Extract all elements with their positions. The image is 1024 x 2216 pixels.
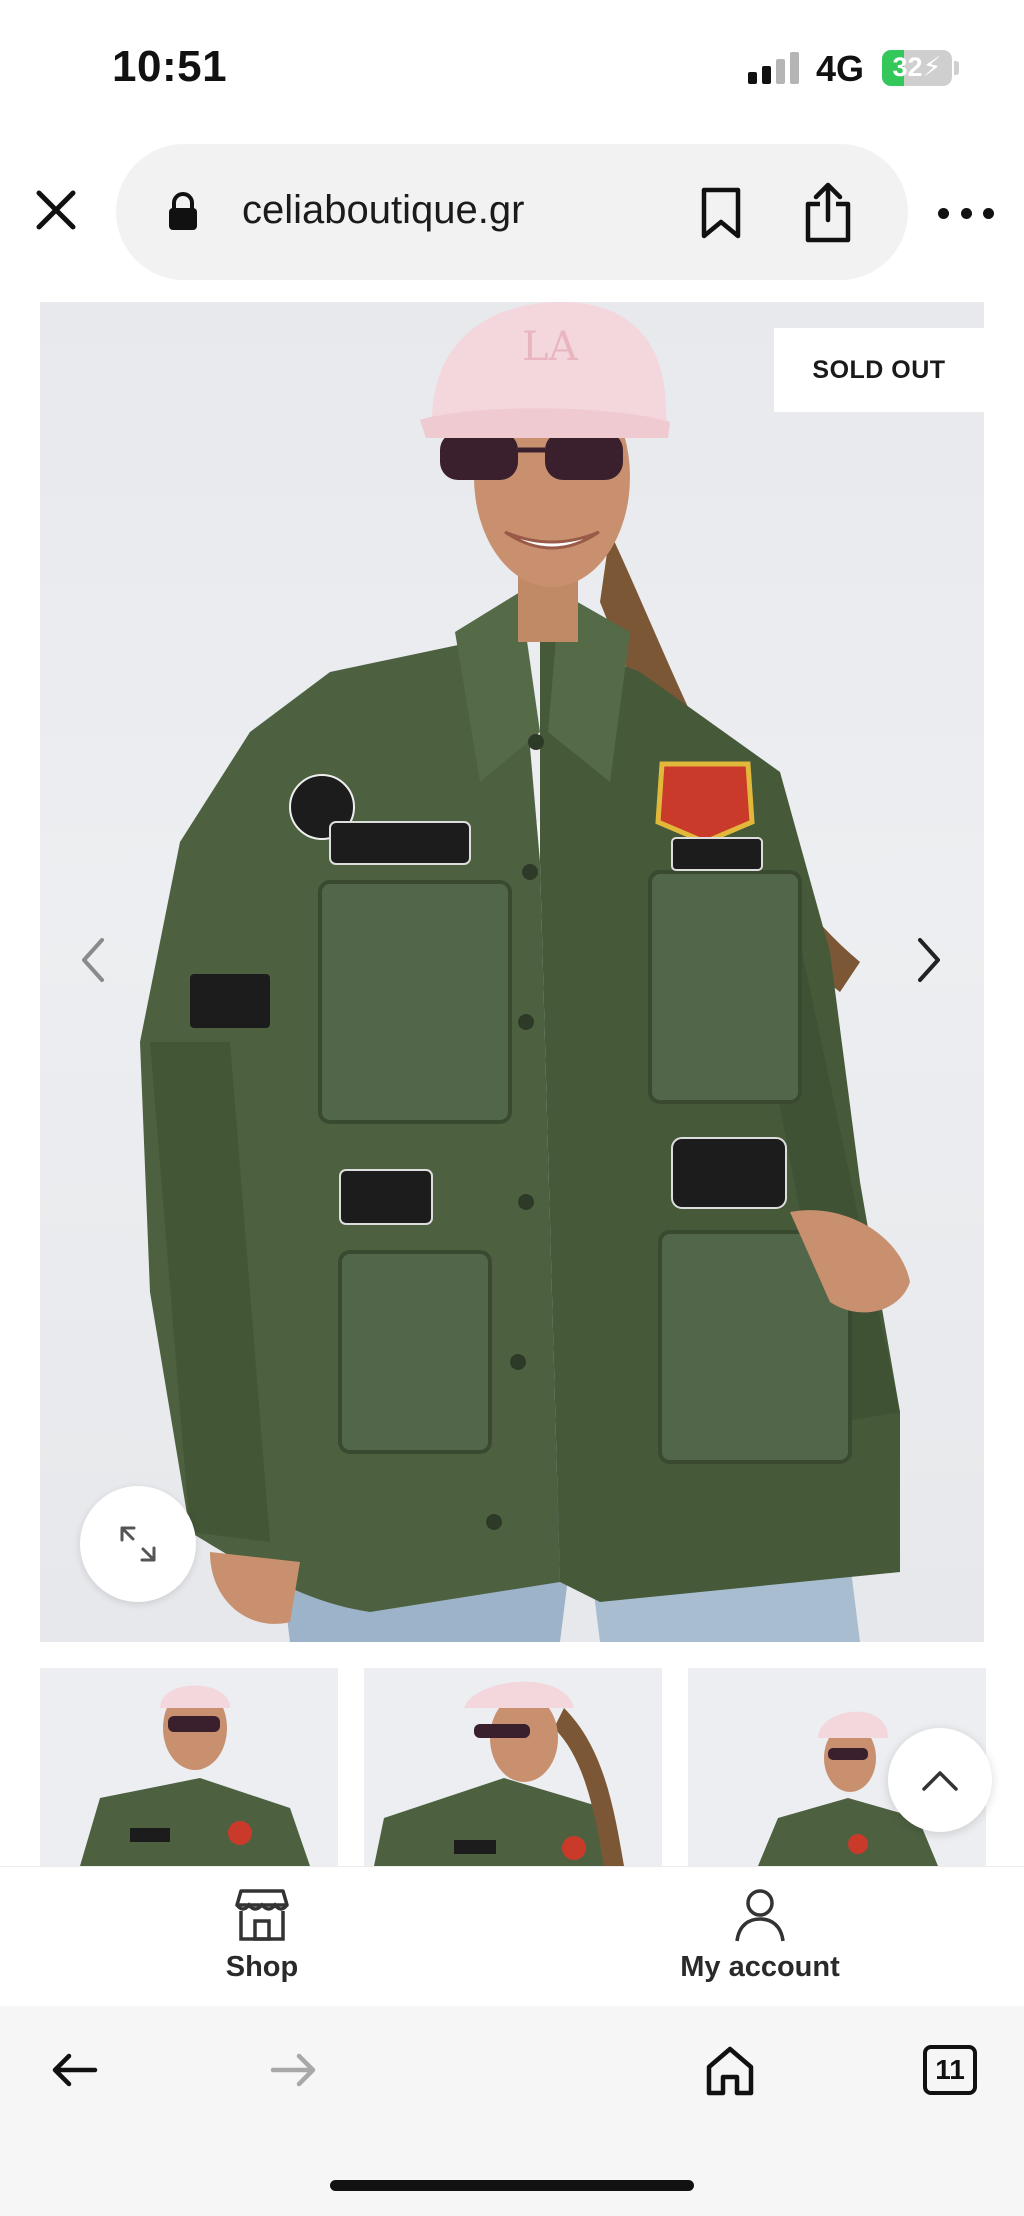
signal-icon bbox=[748, 52, 802, 84]
nav-shop-label: Shop bbox=[225, 1951, 299, 1983]
close-button[interactable] bbox=[30, 184, 82, 236]
home-icon bbox=[706, 2046, 754, 2096]
battery-tip bbox=[954, 61, 959, 75]
url-text: celiaboutique.gr bbox=[242, 188, 525, 232]
tab-count: 11 bbox=[935, 2054, 965, 2085]
thumbnail[interactable] bbox=[364, 1668, 662, 1866]
back-arrow-icon bbox=[52, 2053, 98, 2087]
store-icon bbox=[235, 1889, 289, 1941]
chevron-left-icon[interactable] bbox=[72, 930, 112, 990]
status-bar: 10:51 4G 32⚡ bbox=[0, 0, 1024, 140]
chevron-right-icon[interactable] bbox=[910, 930, 950, 990]
more-icon-dot bbox=[983, 207, 994, 219]
tabs-button[interactable]: 11 bbox=[918, 2038, 982, 2102]
more-button[interactable] bbox=[938, 196, 994, 230]
home-button[interactable] bbox=[698, 2038, 762, 2102]
forward-arrow-icon bbox=[270, 2053, 316, 2087]
thumbnail-strip bbox=[40, 1668, 1024, 1866]
close-icon bbox=[36, 190, 76, 230]
nav-shop[interactable]: Shop bbox=[162, 1885, 362, 1995]
sold-out-badge: SOLD OUT bbox=[774, 328, 984, 412]
user-icon bbox=[735, 1889, 785, 1942]
home-indicator bbox=[330, 2180, 694, 2191]
nav-account[interactable]: My account bbox=[660, 1885, 860, 1995]
zoom-button[interactable] bbox=[80, 1486, 196, 1602]
battery-level: 32 bbox=[892, 52, 923, 82]
more-icon-dot bbox=[960, 207, 972, 219]
bottom-nav: Shop My account bbox=[0, 1866, 1024, 2006]
scroll-to-top-button[interactable] bbox=[888, 1728, 992, 1832]
chevron-up-icon bbox=[922, 1771, 958, 1791]
tabs-icon: 11 bbox=[923, 2045, 977, 2095]
network-type: 4G bbox=[816, 48, 865, 89]
battery-icon: 32⚡ bbox=[882, 50, 952, 86]
nav-account-label: My account bbox=[680, 1951, 840, 1983]
back-button[interactable] bbox=[42, 2038, 106, 2102]
product-image[interactable]: LA SOLD OUT bbox=[40, 302, 984, 1642]
forward-button[interactable] bbox=[262, 2038, 326, 2102]
bookmark-icon[interactable] bbox=[698, 186, 744, 240]
more-icon-dot bbox=[938, 207, 949, 219]
status-time: 10:51 bbox=[112, 42, 228, 91]
cap-logo: LA bbox=[522, 324, 579, 370]
charging-icon: ⚡ bbox=[922, 52, 942, 82]
product-photo: LA bbox=[140, 302, 910, 1642]
share-icon[interactable] bbox=[802, 182, 854, 244]
thumbnail[interactable] bbox=[40, 1668, 338, 1866]
thumbnail-image bbox=[80, 1685, 310, 1866]
expand-icon bbox=[120, 1526, 156, 1562]
thumbnail-image bbox=[374, 1681, 624, 1866]
address-bar[interactable]: celiaboutique.gr bbox=[116, 144, 908, 280]
lock-icon bbox=[169, 192, 197, 230]
